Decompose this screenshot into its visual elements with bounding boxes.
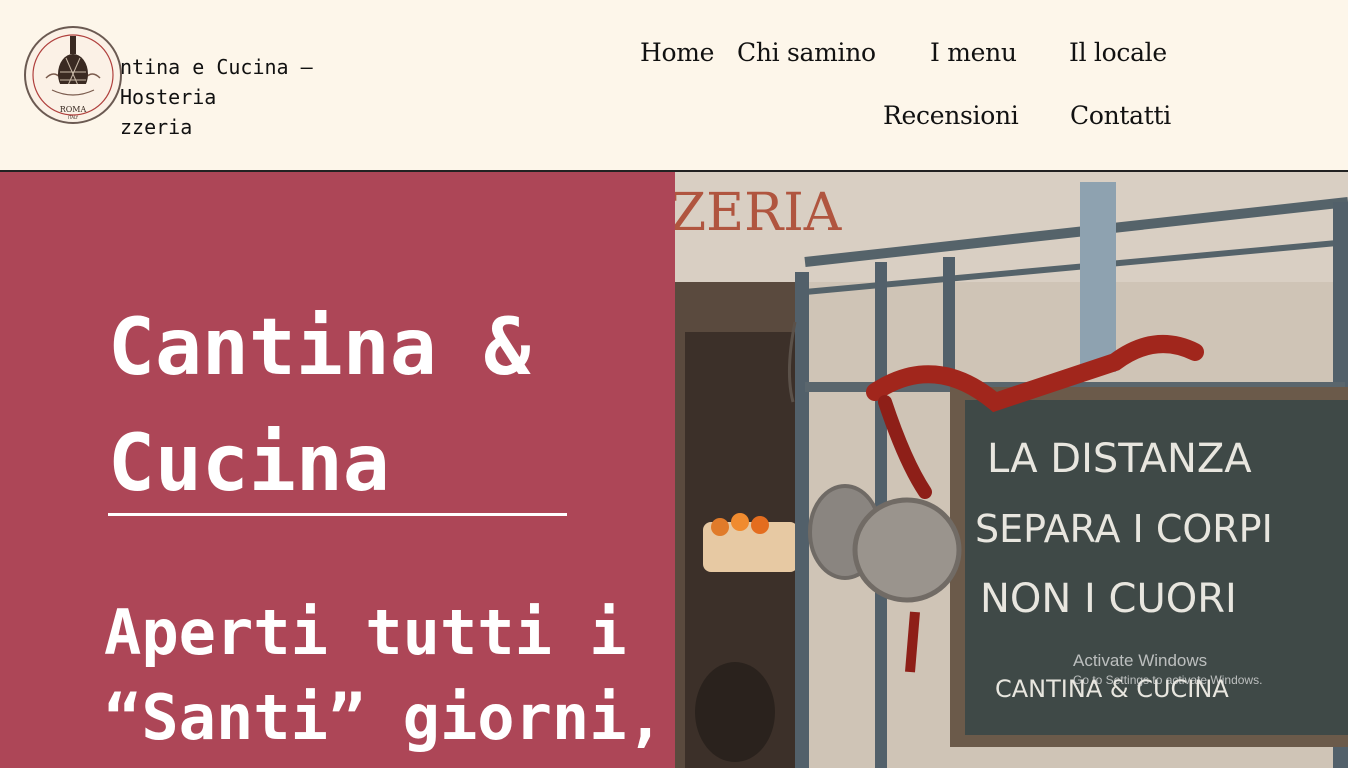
site-title[interactable]: ntina e Cucina – Hosteria zzeria xyxy=(120,52,420,142)
hero-subtitle: Aperti tutti i “Santi” giorni, xyxy=(104,590,664,760)
site-title-line1: ntina e Cucina – Hosteria xyxy=(120,55,313,109)
chalkboard-line3: NON I CUORI xyxy=(980,576,1237,622)
hero-divider xyxy=(108,513,567,516)
logo-subtext: ITALY xyxy=(68,115,79,120)
hero-title: Cantina & Cucina xyxy=(108,290,628,522)
site-header: ROMA ITALY ntina e Cucina – Hosteria zze… xyxy=(0,0,1348,172)
wine-flask-logo-icon: ROMA ITALY xyxy=(32,34,114,120)
nav-item-chi-siamo[interactable]: Chi samino xyxy=(737,38,876,67)
nav-item-recensioni[interactable]: Recensioni xyxy=(883,101,1019,130)
sign-text: ZERIA xyxy=(675,183,843,243)
hero-subtitle-line2: “Santi” giorni, xyxy=(104,681,664,754)
watermark-subtitle: Go to Settings to activate Windows. xyxy=(1073,673,1263,687)
nav-item-menu[interactable]: I menu xyxy=(930,38,1017,67)
nav-item-locale[interactable]: Il locale xyxy=(1069,38,1167,67)
logo[interactable]: ROMA ITALY xyxy=(24,26,122,124)
nav-item-home[interactable]: Home xyxy=(640,38,714,67)
hero-title-line2: Cucina xyxy=(108,419,390,509)
activate-windows-watermark: Activate Windows Go to Settings to activ… xyxy=(1073,650,1262,688)
hero-subtitle-line1: Aperti tutti i xyxy=(104,596,627,669)
site-title-line2: zzeria xyxy=(120,115,193,139)
chalkboard-line2: SEPARA I CORPI xyxy=(975,507,1273,551)
watermark-title: Activate Windows xyxy=(1073,651,1208,670)
hero-panel: Cantina & Cucina Aperti tutti i “Santi” … xyxy=(0,172,675,768)
nav-item-contatti[interactable]: Contatti xyxy=(1070,101,1171,130)
chalkboard-line1: LA DISTANZA xyxy=(987,436,1252,482)
logo-text: ROMA xyxy=(60,105,87,114)
hero-title-line1: Cantina & xyxy=(108,303,531,393)
